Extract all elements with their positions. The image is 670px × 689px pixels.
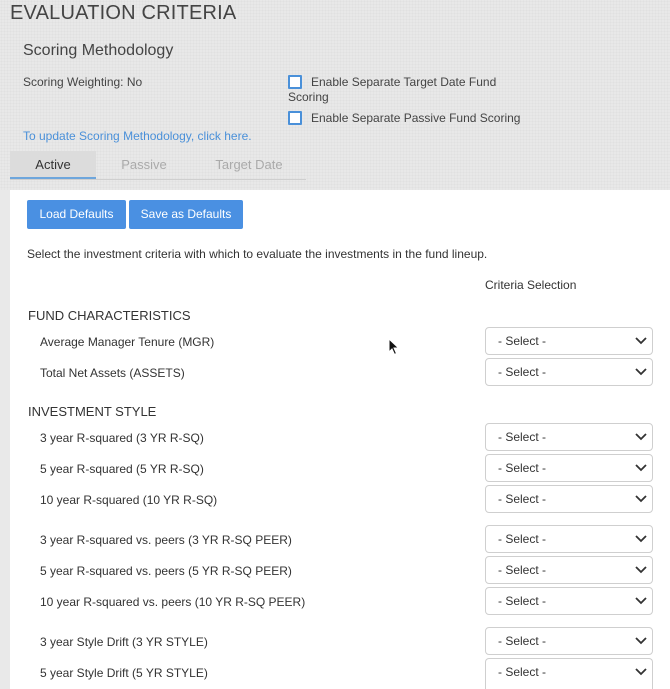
tab-active[interactable]: Active <box>10 151 96 179</box>
criteria-tabs: Active Passive Target Date <box>10 151 306 180</box>
criteria-label: 3 year R-squared (3 YR R-SQ) <box>40 431 204 445</box>
criteria-select[interactable]: - Select - <box>485 423 653 451</box>
select-value: - Select - <box>498 430 547 444</box>
chevron-down-icon <box>635 597 647 605</box>
criteria-select[interactable]: - Select - <box>485 525 653 553</box>
select-value: - Select - <box>498 594 547 608</box>
passive-scoring-option[interactable]: Enable Separate Passive Fund Scoring <box>288 111 528 127</box>
criteria-select[interactable]: - Select - <box>485 454 653 482</box>
criteria-label: 5 year R-squared (5 YR R-SQ) <box>40 462 204 476</box>
mouse-cursor-icon <box>388 338 400 356</box>
tab-target-date[interactable]: Target Date <box>192 151 306 178</box>
target-date-scoring-label: Enable Separate Target Date Fund <box>311 75 497 89</box>
criteria-label: 5 year R-squared vs. peers (5 YR R-SQ PE… <box>40 564 292 578</box>
criteria-label: 5 year Style Drift (5 YR STYLE) <box>40 666 208 680</box>
instructions-text: Select the investment criteria with whic… <box>27 247 488 261</box>
scoring-weighting-text: Scoring Weighting: No <box>23 75 143 89</box>
criteria-label: Total Net Assets (ASSETS) <box>40 366 185 380</box>
target-date-scoring-label-cont: Scoring <box>288 90 329 104</box>
target-date-scoring-option[interactable]: Enable Separate Target Date Fund Scoring <box>288 75 528 107</box>
chevron-down-icon <box>635 637 647 645</box>
criteria-select[interactable]: - Select - <box>485 485 653 513</box>
chevron-down-icon <box>635 495 647 503</box>
update-methodology-link[interactable]: To update Scoring Methodology, click her… <box>23 129 252 143</box>
save-as-defaults-button[interactable]: Save as Defaults <box>129 200 243 229</box>
tab-passive[interactable]: Passive <box>100 151 188 178</box>
select-value: - Select - <box>498 563 547 577</box>
criteria-label: 3 year R-squared vs. peers (3 YR R-SQ PE… <box>40 533 292 547</box>
passive-scoring-checkbox[interactable] <box>288 111 302 125</box>
select-value: - Select - <box>498 492 547 506</box>
chevron-down-icon <box>635 535 647 543</box>
criteria-selection-header: Criteria Selection <box>485 278 577 292</box>
criteria-label: 10 year R-squared (10 YR R-SQ) <box>40 493 218 507</box>
chevron-down-icon <box>635 566 647 574</box>
criteria-select[interactable]: - Select - <box>485 587 653 615</box>
scoring-methodology-title: Scoring Methodology <box>23 42 174 59</box>
select-value: - Select - <box>498 461 547 475</box>
group-title-fund-characteristics: FUND CHARACTERISTICS <box>28 308 191 323</box>
group-title-investment-style: INVESTMENT STYLE <box>28 404 157 419</box>
passive-scoring-label: Enable Separate Passive Fund Scoring <box>311 111 521 125</box>
criteria-select[interactable]: - Select - <box>485 358 653 386</box>
criteria-panel: Load Defaults Save as Defaults Select th… <box>10 190 670 689</box>
chevron-down-icon <box>635 433 647 441</box>
target-date-scoring-checkbox[interactable] <box>288 75 302 89</box>
chevron-down-icon <box>635 668 647 676</box>
criteria-select[interactable]: - Select - <box>485 658 653 689</box>
chevron-down-icon <box>635 337 647 345</box>
criteria-label: 10 year R-squared vs. peers (10 YR R-SQ … <box>40 595 306 609</box>
header-area: EVALUATION CRITERIA Scoring Methodology … <box>0 0 670 190</box>
criteria-label: 3 year Style Drift (3 YR STYLE) <box>40 635 208 649</box>
chevron-down-icon <box>635 464 647 472</box>
select-value: - Select - <box>498 334 547 348</box>
select-value: - Select - <box>498 365 547 379</box>
criteria-select[interactable]: - Select - <box>485 627 653 655</box>
chevron-down-icon <box>635 368 647 376</box>
criteria-select[interactable]: - Select - <box>485 556 653 584</box>
criteria-label: Average Manager Tenure (MGR) <box>40 335 215 349</box>
load-defaults-button[interactable]: Load Defaults <box>27 200 126 229</box>
page-title: EVALUATION CRITERIA <box>10 2 237 24</box>
select-value: - Select - <box>498 665 547 679</box>
select-value: - Select - <box>498 532 547 546</box>
criteria-select[interactable]: - Select - <box>485 327 653 355</box>
select-value: - Select - <box>498 634 547 648</box>
